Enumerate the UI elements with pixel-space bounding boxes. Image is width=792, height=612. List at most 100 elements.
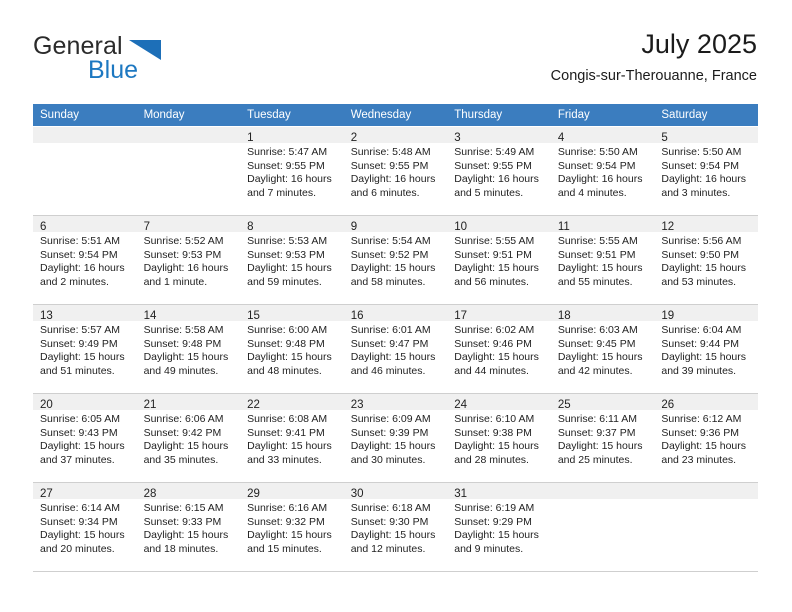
day-cell <box>33 127 137 215</box>
calendar-cell-day-10[interactable]: 10 Sunrise: 5:55 AM Sunset: 9:51 PM Dayligh… <box>447 215 551 305</box>
calendar-cell-day-20[interactable]: 20 Sunrise: 6:05 AM Sunset: 9:43 PM Dayligh… <box>33 393 137 483</box>
day-cell: 16 Sunrise: 6:01 AM Sunset: 9:47 PM Dayligh… <box>343 305 448 393</box>
calendar-cell-day-16[interactable]: 16 Sunrise: 6:01 AM Sunset: 9:47 PM Dayligh… <box>343 304 448 394</box>
day-info-line: Sunrise: 6:08 AM <box>247 413 328 425</box>
day-info-line: Sunrise: 5:58 AM <box>143 324 224 336</box>
calendar-cell-day-19[interactable]: 19 Sunrise: 6:04 AM Sunset: 9:44 PM Dayligh… <box>654 304 758 394</box>
day-info-line: Daylight: 16 hours <box>143 262 229 275</box>
day-info-line: Sunset: 9:51 PM <box>454 248 532 261</box>
day-cell: 15 Sunrise: 6:00 AM Sunset: 9:48 PM Dayligh… <box>240 305 344 393</box>
calendar-cell-day-6[interactable]: 6 Sunrise: 5:51 AM Sunset: 9:54 PM Daylight… <box>33 215 137 305</box>
calendar-cell-day-1[interactable]: 1 Sunrise: 5:47 AM Sunset: 9:55 PM Daylight… <box>240 126 344 216</box>
day-info-line: Sunrise: 6:10 AM <box>454 413 535 425</box>
calendar-cell-day-11[interactable]: 11 Sunrise: 5:55 AM Sunset: 9:51 PM Dayligh… <box>550 215 655 305</box>
day-sun-info: Sunrise: 5:49 AM Sunset: 9:55 PM Daylight:… <box>447 143 551 200</box>
day-cell: 14 Sunrise: 5:58 AM Sunset: 9:48 PM Dayligh… <box>136 305 241 393</box>
day-info-line: Daylight: 15 hours <box>40 440 125 453</box>
calendar-cell-day-13[interactable]: 13 Sunrise: 5:57 AM Sunset: 9:49 PM Dayligh… <box>33 304 137 394</box>
day-info-line: Sunset: 9:36 PM <box>661 426 740 439</box>
day-cell: 27 Sunrise: 6:14 AM Sunset: 9:34 PM Dayligh… <box>33 483 137 571</box>
day-number: 30 <box>350 488 364 500</box>
calendar-cell-day-4[interactable]: 4 Sunrise: 5:50 AM Sunset: 9:54 PM Daylight… <box>550 126 655 216</box>
day-info-line: and 58 minutes. <box>350 275 426 288</box>
calendar-cell-day-25[interactable]: 25 Sunrise: 6:11 AM Sunset: 9:37 PM Dayligh… <box>550 393 655 483</box>
calendar-cell-day-12[interactable]: 12 Sunrise: 5:56 AM Sunset: 9:50 PM Dayligh… <box>654 215 758 305</box>
day-info-line: Daylight: 16 hours <box>454 173 539 186</box>
calendar-body: 1 Sunrise: 5:47 AM Sunset: 9:55 PM Daylight… <box>33 126 758 572</box>
day-info-line: and 46 minutes. <box>350 364 426 377</box>
day-number: 18 <box>557 310 571 322</box>
day-number: 8 <box>247 221 254 233</box>
calendar-cell-day-18[interactable]: 18 Sunrise: 6:03 AM Sunset: 9:45 PM Dayligh… <box>550 304 655 394</box>
day-info-line: Daylight: 15 hours <box>557 351 643 364</box>
day-sun-info: Sunrise: 6:12 AM Sunset: 9:36 PM Daylight:… <box>654 410 758 467</box>
day-number: 10 <box>454 221 468 233</box>
day-info-line: Sunset: 9:33 PM <box>143 515 222 528</box>
calendar-cell-day-2[interactable]: 2 Sunrise: 5:48 AM Sunset: 9:55 PM Daylight… <box>343 126 448 216</box>
day-info-line: Sunset: 9:46 PM <box>454 337 532 350</box>
day-info-line: Sunrise: 5:55 AM <box>454 235 535 247</box>
day-info-line: Sunset: 9:30 PM <box>350 515 429 528</box>
day-info-line: Sunset: 9:34 PM <box>40 515 118 528</box>
calendar-cell-day-26[interactable]: 26 Sunrise: 6:12 AM Sunset: 9:36 PM Dayligh… <box>654 393 758 483</box>
day-info-line: Daylight: 15 hours <box>350 351 436 364</box>
day-info-line: and 28 minutes. <box>454 453 529 466</box>
calendar-cell-empty <box>550 482 655 572</box>
calendar-cell-day-9[interactable]: 9 Sunrise: 5:54 AM Sunset: 9:52 PM Daylight… <box>343 215 448 305</box>
day-number-strip: 21 <box>136 394 241 411</box>
general-blue-logo[interactable]: General Blue <box>33 32 253 90</box>
day-info-line: Sunrise: 6:18 AM <box>350 502 431 514</box>
calendar-cell-day-3[interactable]: 3 Sunrise: 5:49 AM Sunset: 9:55 PM Daylight… <box>447 126 551 216</box>
calendar-cell-day-15[interactable]: 15 Sunrise: 6:00 AM Sunset: 9:48 PM Dayligh… <box>240 304 344 394</box>
day-cell: 10 Sunrise: 5:55 AM Sunset: 9:51 PM Dayligh… <box>447 216 551 304</box>
calendar-cell-empty <box>136 126 241 216</box>
calendar-cell-day-27[interactable]: 27 Sunrise: 6:14 AM Sunset: 9:34 PM Dayligh… <box>33 482 137 572</box>
day-info-line: Daylight: 15 hours <box>247 262 332 275</box>
day-cell: 18 Sunrise: 6:03 AM Sunset: 9:45 PM Dayligh… <box>550 305 655 393</box>
day-info-line: and 23 minutes. <box>661 453 737 466</box>
day-cell: 24 Sunrise: 6:10 AM Sunset: 9:38 PM Dayligh… <box>447 394 551 482</box>
day-sun-info: Sunrise: 5:52 AM Sunset: 9:53 PM Daylight:… <box>137 232 241 289</box>
day-info-line: and 25 minutes. <box>557 453 633 466</box>
calendar-cell-day-8[interactable]: 8 Sunrise: 5:53 AM Sunset: 9:53 PM Daylight… <box>240 215 344 305</box>
logo-text-blue: Blue <box>88 56 139 84</box>
day-info-line: Sunrise: 6:19 AM <box>454 502 535 514</box>
day-cell: 2 Sunrise: 5:48 AM Sunset: 9:55 PM Daylight… <box>343 127 448 215</box>
weekday-header-friday: Friday <box>550 104 655 127</box>
calendar-cell-day-7[interactable]: 7 Sunrise: 5:52 AM Sunset: 9:53 PM Daylight… <box>136 215 241 305</box>
day-info-line: Sunrise: 6:01 AM <box>350 324 431 336</box>
day-info-line: Sunrise: 6:02 AM <box>454 324 535 336</box>
day-cell: 21 Sunrise: 6:06 AM Sunset: 9:42 PM Dayligh… <box>136 394 241 482</box>
day-info-line: Sunrise: 5:50 AM <box>557 146 638 158</box>
day-sun-info: Sunrise: 6:15 AM Sunset: 9:33 PM Daylight:… <box>137 499 241 556</box>
day-info-line: Sunset: 9:47 PM <box>350 337 429 350</box>
calendar-cell-day-5[interactable]: 5 Sunrise: 5:50 AM Sunset: 9:54 PM Daylight… <box>654 126 758 216</box>
calendar-cell-day-24[interactable]: 24 Sunrise: 6:10 AM Sunset: 9:38 PM Dayligh… <box>447 393 551 483</box>
day-cell: 13 Sunrise: 5:57 AM Sunset: 9:49 PM Dayligh… <box>33 305 137 393</box>
day-info-line: and 59 minutes. <box>247 275 322 288</box>
calendar-cell-day-30[interactable]: 30 Sunrise: 6:18 AM Sunset: 9:30 PM Dayligh… <box>343 482 448 572</box>
calendar-cell-day-21[interactable]: 21 Sunrise: 6:06 AM Sunset: 9:42 PM Dayligh… <box>136 393 241 483</box>
location-label: Congis-sur-Therouanne, France <box>550 68 757 84</box>
calendar-cell-day-17[interactable]: 17 Sunrise: 6:02 AM Sunset: 9:46 PM Dayligh… <box>447 304 551 394</box>
day-number: 20 <box>40 399 53 411</box>
day-info-line: Daylight: 15 hours <box>40 351 125 364</box>
day-info-line: Sunrise: 6:06 AM <box>143 413 224 425</box>
day-info-line: Daylight: 15 hours <box>350 440 436 453</box>
calendar-cell-day-14[interactable]: 14 Sunrise: 5:58 AM Sunset: 9:48 PM Dayligh… <box>136 304 241 394</box>
day-cell: 23 Sunrise: 6:09 AM Sunset: 9:39 PM Dayligh… <box>343 394 448 482</box>
calendar-cell-day-22[interactable]: 22 Sunrise: 6:08 AM Sunset: 9:41 PM Dayligh… <box>240 393 344 483</box>
calendar-cell-empty <box>33 126 137 216</box>
calendar-cell-day-31[interactable]: 31 Sunrise: 6:19 AM Sunset: 9:29 PM Dayligh… <box>447 482 551 572</box>
calendar-cell-day-28[interactable]: 28 Sunrise: 6:15 AM Sunset: 9:33 PM Dayligh… <box>136 482 241 572</box>
day-number-strip: 11 <box>550 216 655 233</box>
day-info-line: Sunset: 9:55 PM <box>350 159 429 172</box>
day-sun-info: Sunrise: 5:57 AM Sunset: 9:49 PM Daylight:… <box>33 321 137 378</box>
day-info-line: Sunset: 9:48 PM <box>143 337 222 350</box>
title-block: July 2025 Congis-sur-Therouanne, France <box>551 28 757 86</box>
calendar-cell-day-23[interactable]: 23 Sunrise: 6:09 AM Sunset: 9:39 PM Dayligh… <box>343 393 448 483</box>
calendar-cell-day-29[interactable]: 29 Sunrise: 6:16 AM Sunset: 9:32 PM Dayligh… <box>240 482 344 572</box>
day-number: 11 <box>557 221 570 233</box>
day-number-strip: 26 <box>654 394 758 411</box>
day-info-line: Daylight: 15 hours <box>350 262 436 275</box>
